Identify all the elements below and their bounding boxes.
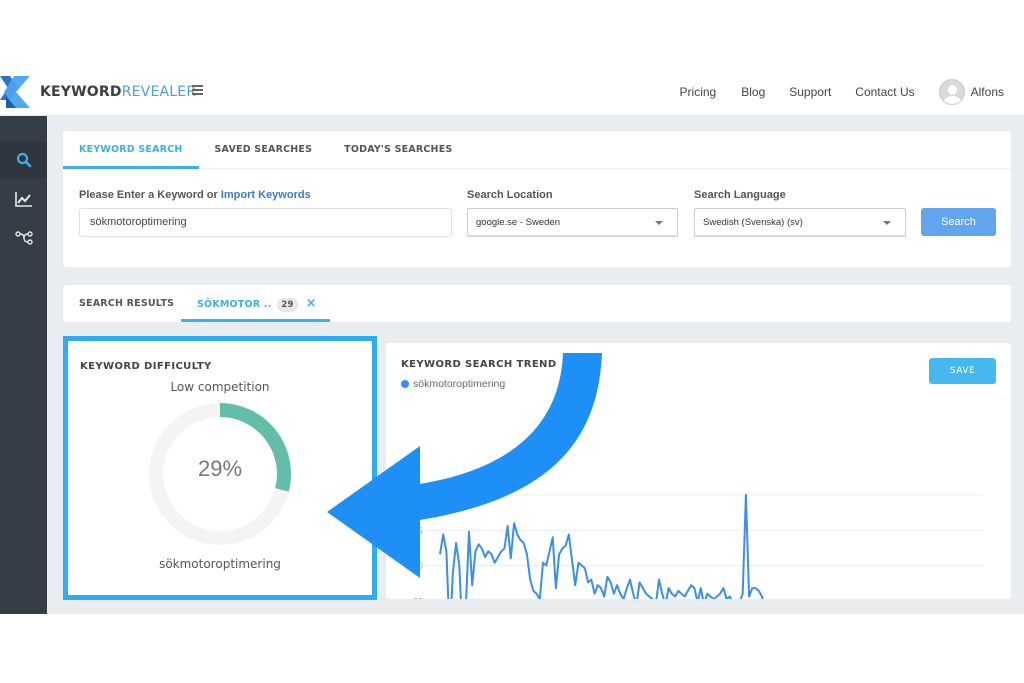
legend-label: sökmotoroptimering bbox=[413, 378, 506, 390]
tab-todays-searches[interactable]: TODAY'S SEARCHES bbox=[328, 131, 468, 168]
share-icon bbox=[14, 231, 33, 245]
y-tick-label: 75 bbox=[414, 525, 424, 535]
trend-title: KEYWORD SEARCH TREND bbox=[401, 359, 557, 370]
language-select[interactable]: Swedish (Svenska) (sv) bbox=[694, 208, 906, 237]
chevron-down-icon bbox=[655, 221, 663, 225]
keyword-search-trend-card: 255075100jan. 20041 maj 20101 sep. 2016O… bbox=[386, 343, 1011, 599]
logo-text-bold: KEYWORD bbox=[40, 84, 122, 100]
keyword-difficulty-title: KEYWORD DIFFICULTY bbox=[80, 361, 212, 372]
tab-search-results[interactable]: SEARCH RESULTS bbox=[79, 285, 174, 322]
top-nav: Pricing Blog Support Contact Us Alfons bbox=[680, 68, 1024, 116]
sidebar-item-trends[interactable] bbox=[0, 181, 47, 217]
sidebar-item-search[interactable] bbox=[0, 142, 47, 178]
y-tick-label: 25 bbox=[414, 596, 424, 599]
result-count-badge: 29 bbox=[277, 298, 298, 312]
results-tabs-card: SEARCH RESULTS SÖKMOTOR .. 29 × bbox=[63, 285, 1011, 322]
user-name: Alfons bbox=[970, 85, 1004, 99]
sidebar bbox=[0, 116, 47, 614]
language-select-value: Swedish (Svenska) (sv) bbox=[703, 217, 803, 228]
logo[interactable]: KEYWORDREVEALER bbox=[0, 74, 196, 110]
location-select-value: google.se - Sweden bbox=[476, 217, 560, 228]
keyword-field-label: Please Enter a Keyword or Import Keyword… bbox=[79, 189, 311, 201]
keyword-tab-label: SÖKMOTOR .. bbox=[197, 299, 272, 310]
sidebar-item-share[interactable] bbox=[0, 220, 47, 256]
hamburger-menu-icon[interactable] bbox=[192, 85, 203, 95]
search-tabs: KEYWORD SEARCH SAVED SEARCHES TODAY'S SE… bbox=[63, 131, 1011, 169]
chevron-down-icon bbox=[883, 221, 891, 225]
save-button[interactable]: SAVE bbox=[929, 358, 996, 384]
y-tick-label: 100 bbox=[409, 490, 423, 500]
location-select[interactable]: google.se - Sweden bbox=[467, 208, 678, 237]
chart-legend: sökmotoroptimering bbox=[401, 378, 505, 390]
top-navbar: KEYWORDREVEALER Pricing Blog Support Con… bbox=[0, 68, 1024, 116]
nav-support[interactable]: Support bbox=[789, 85, 831, 99]
language-label: Search Language bbox=[694, 189, 786, 201]
close-icon[interactable]: × bbox=[306, 296, 317, 311]
import-keywords-link[interactable]: Import Keywords bbox=[221, 189, 311, 201]
tab-keyword-search[interactable]: KEYWORD SEARCH bbox=[63, 131, 199, 169]
tab-saved-searches[interactable]: SAVED SEARCHES bbox=[199, 131, 329, 168]
location-label: Search Location bbox=[467, 189, 553, 201]
difficulty-keyword: sökmotoroptimering bbox=[159, 557, 281, 571]
active-tab-indicator bbox=[181, 319, 330, 322]
y-tick-label: 50 bbox=[414, 561, 424, 571]
series-line-sokmotoroptimering bbox=[439, 494, 764, 599]
keyword-input[interactable]: sökmotoroptimering bbox=[79, 208, 452, 237]
avatar bbox=[938, 79, 965, 105]
tab-keyword-result[interactable]: SÖKMOTOR .. 29 × bbox=[197, 285, 317, 323]
nav-contact-us[interactable]: Contact Us bbox=[855, 85, 914, 99]
difficulty-value: 29% bbox=[197, 456, 243, 481]
logo-text-light: REVEALER bbox=[121, 84, 197, 100]
keyword-search-card: KEYWORD SEARCH SAVED SEARCHES TODAY'S SE… bbox=[63, 131, 1011, 267]
search-icon bbox=[16, 152, 31, 168]
nav-blog[interactable]: Blog bbox=[741, 85, 765, 99]
user-menu[interactable]: Alfons bbox=[938, 79, 1004, 105]
app-frame: KEYWORDREVEALER Pricing Blog Support Con… bbox=[0, 68, 1024, 614]
nav-pricing[interactable]: Pricing bbox=[680, 85, 717, 99]
keyword-difficulty-card: KEYWORD DIFFICULTY Low competition 29% s… bbox=[63, 336, 377, 600]
logo-k-icon bbox=[0, 76, 30, 108]
legend-dot-icon bbox=[401, 380, 409, 388]
competition-label: Low competition bbox=[170, 380, 270, 394]
trend-chart-icon bbox=[14, 192, 32, 207]
search-button[interactable]: Search bbox=[921, 208, 996, 236]
logo-text: KEYWORDREVEALER bbox=[40, 84, 196, 100]
keyword-label-text: Please Enter a Keyword or bbox=[79, 189, 218, 201]
